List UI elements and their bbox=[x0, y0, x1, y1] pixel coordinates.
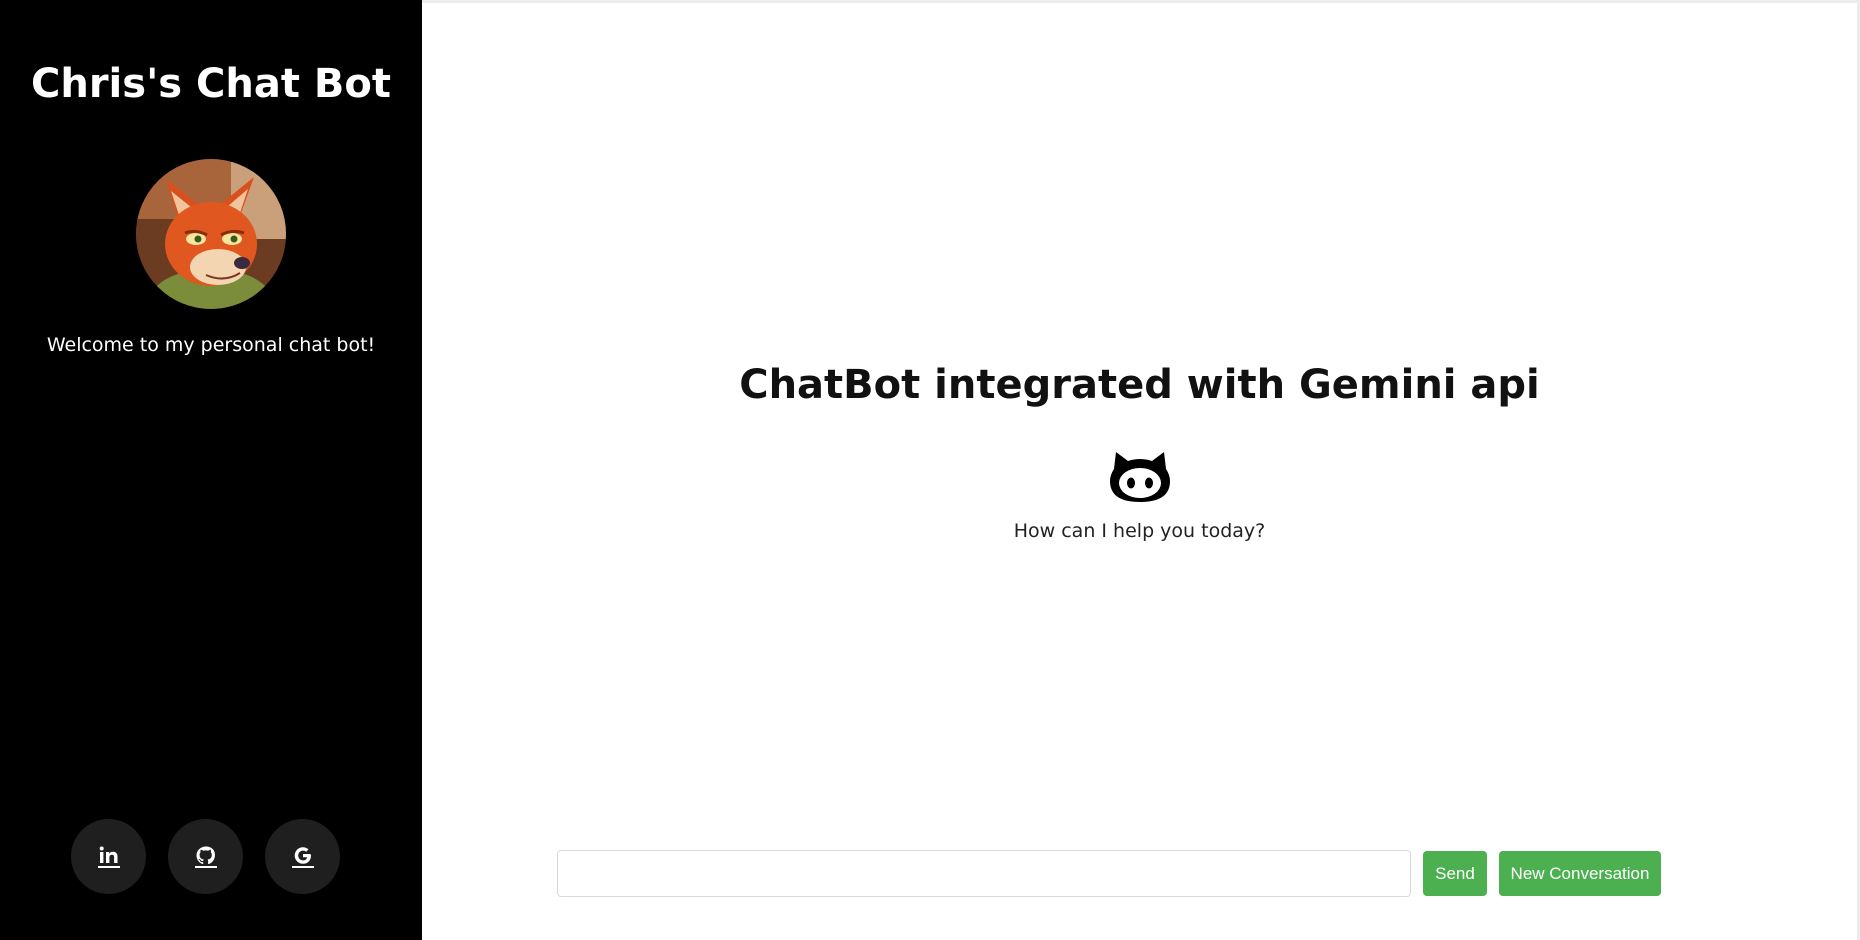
social-links bbox=[71, 819, 340, 894]
message-input[interactable] bbox=[557, 850, 1411, 897]
app-root: Chris's Chat Bot Welcome to my personal … bbox=[0, 0, 1860, 940]
page-title: ChatBot integrated with Gemini api bbox=[739, 362, 1540, 408]
google-button[interactable] bbox=[265, 819, 340, 894]
new-conversation-button[interactable]: New Conversation bbox=[1499, 851, 1661, 896]
linkedin-button[interactable] bbox=[71, 819, 146, 894]
help-prompt: How can I help you today? bbox=[1013, 520, 1266, 542]
github-octocat-icon bbox=[1109, 452, 1170, 502]
fox-avatar-icon bbox=[136, 159, 286, 309]
sidebar: Chris's Chat Bot Welcome to my personal … bbox=[0, 0, 422, 940]
send-button[interactable]: Send bbox=[1423, 851, 1487, 896]
github-button[interactable] bbox=[168, 819, 243, 894]
google-icon bbox=[291, 846, 314, 868]
avatar bbox=[136, 159, 286, 309]
chat-main: ChatBot integrated with Gemini api How c… bbox=[422, 0, 1860, 940]
welcome-text: Welcome to my personal chat bot! bbox=[46, 334, 376, 356]
sidebar-title: Chris's Chat Bot bbox=[30, 61, 392, 107]
github-icon bbox=[194, 846, 217, 868]
linkedin-icon bbox=[97, 846, 120, 868]
composer: Send New Conversation bbox=[557, 850, 1661, 897]
